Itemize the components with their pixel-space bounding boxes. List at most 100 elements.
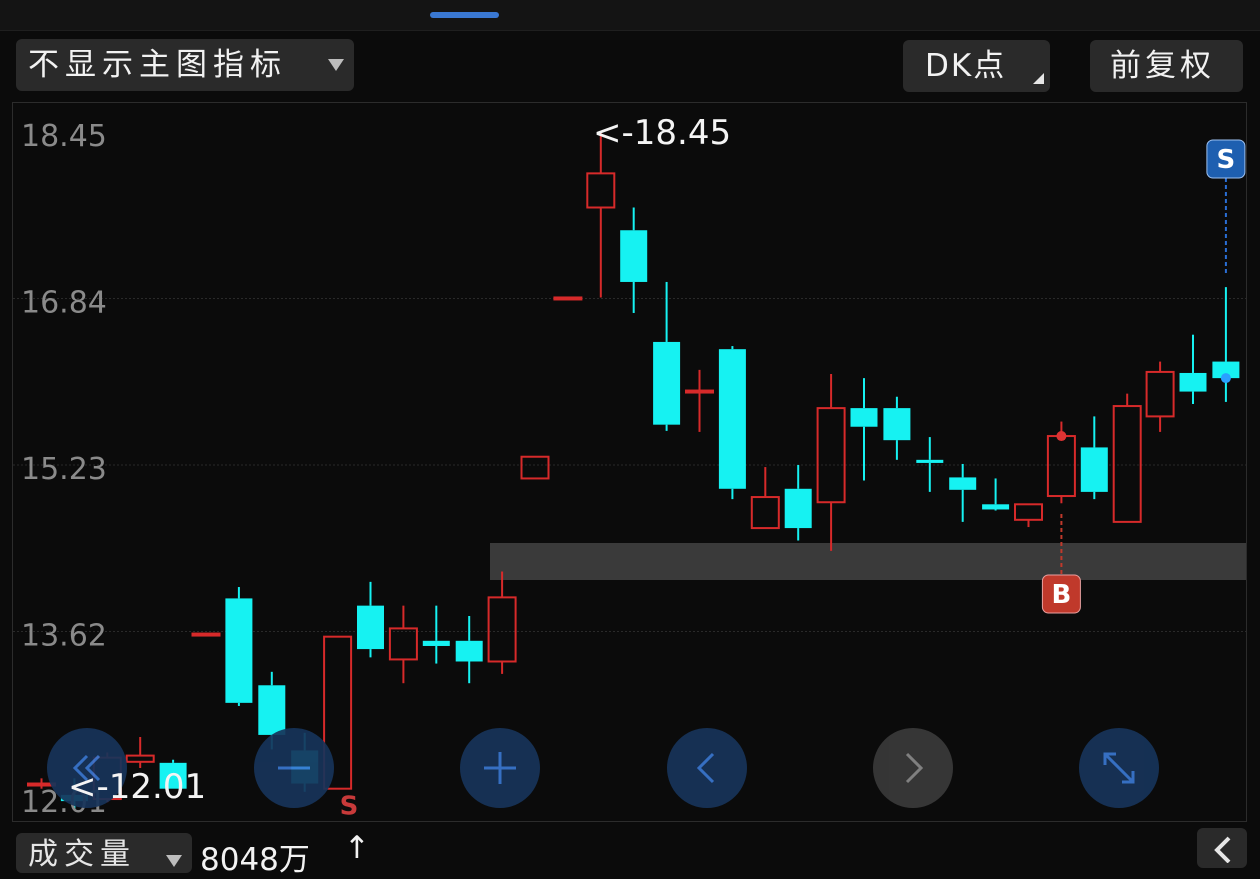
candle — [784, 465, 812, 541]
candle-body — [1112, 405, 1142, 523]
candle — [718, 346, 746, 500]
candle-body — [258, 685, 286, 735]
chevron-left-icon — [1214, 836, 1231, 864]
candle-body — [520, 455, 550, 480]
candle-body — [982, 504, 1010, 510]
candle — [1212, 287, 1240, 402]
fullscreen-button[interactable] — [1079, 728, 1159, 808]
drag-handle[interactable] — [430, 12, 499, 18]
candle-body — [916, 459, 944, 463]
candle — [487, 571, 517, 674]
candle — [883, 396, 911, 460]
indicator-select[interactable]: 不显示主图指标 — [16, 39, 354, 91]
volume-bar: 成交量 8048万 ↑ — [0, 828, 1260, 878]
minus-icon — [278, 766, 310, 770]
candle — [1080, 416, 1108, 500]
candle — [1145, 361, 1175, 432]
candle — [357, 581, 384, 658]
candle — [553, 296, 583, 301]
volume-arrow: ↑ — [344, 830, 370, 866]
sell-signal-label: S — [1217, 145, 1236, 175]
volume-indicator-select[interactable]: 成交量 — [16, 833, 192, 873]
indicator-select-label: 不显示主图指标 — [28, 47, 287, 83]
candle — [586, 132, 616, 298]
candle — [455, 615, 483, 684]
chevron-right-icon — [905, 752, 924, 784]
y-tick-label: 16.84 — [21, 286, 107, 321]
y-tick-label: 13.62 — [21, 619, 107, 654]
chevron-left-icon — [696, 752, 715, 784]
candle — [653, 281, 681, 431]
candle-body — [784, 488, 812, 529]
candle — [620, 207, 648, 313]
candle — [916, 437, 944, 492]
min-price-label: <-12.01 — [68, 767, 207, 807]
candle — [1179, 334, 1207, 404]
candle — [388, 605, 418, 684]
dk-point-button[interactable]: DK点 — [903, 40, 1050, 92]
candle-body — [750, 496, 780, 530]
candle-body — [1145, 370, 1175, 418]
candle-body — [685, 389, 714, 394]
candle-body — [949, 477, 977, 490]
candle — [1112, 393, 1142, 523]
candle-body — [1014, 503, 1043, 521]
sell-signal-label: S — [340, 792, 359, 821]
sell-signal-dot — [1220, 373, 1231, 384]
candle-body — [422, 640, 450, 646]
candle-body — [1080, 447, 1108, 492]
candle — [125, 736, 155, 769]
candle-body — [553, 296, 583, 301]
candle-body — [388, 627, 418, 661]
candle-body — [816, 407, 846, 504]
candle-body — [1179, 372, 1207, 392]
candle — [191, 632, 221, 637]
next-button[interactable] — [873, 728, 953, 808]
dropdown-triangle-icon — [328, 59, 344, 71]
y-tick-label: 15.23 — [21, 452, 107, 487]
candle — [816, 373, 846, 551]
candle-body — [586, 172, 616, 209]
plus-icon — [484, 752, 516, 784]
candle-body — [125, 754, 155, 763]
buy-signal-label: B — [1051, 580, 1071, 610]
candle — [949, 463, 977, 522]
candle-body — [620, 230, 648, 282]
candle-body — [455, 640, 483, 662]
candle — [520, 455, 550, 480]
corner-triangle-icon — [1033, 73, 1044, 84]
candle — [685, 369, 714, 432]
candle-body — [718, 349, 746, 489]
y-tick-label: 18.45 — [21, 119, 107, 154]
candle — [225, 587, 253, 706]
candle-body — [487, 596, 517, 663]
candle — [750, 467, 780, 530]
candle-body — [225, 598, 253, 703]
price-band — [490, 543, 1246, 580]
candle-body — [191, 632, 221, 637]
buy-signal-dot — [1056, 431, 1067, 442]
candle — [982, 478, 1010, 511]
candle-body — [1046, 435, 1076, 498]
collapse-panel-button[interactable] — [1197, 828, 1247, 868]
volume-select-label: 成交量 — [28, 837, 136, 872]
candle — [422, 605, 450, 664]
volume-value: 8048万 — [200, 842, 310, 878]
expand-icon — [1103, 752, 1135, 784]
kline-svg: 18.4516.8415.2313.6212.01 SBS — [13, 119, 1246, 821]
prev-button[interactable] — [667, 728, 747, 808]
candle-body — [850, 408, 878, 427]
max-price-label: <-18.45 — [593, 113, 732, 153]
top-bar — [0, 0, 1260, 31]
dk-point-label: DK点 — [925, 48, 1007, 84]
candle — [1014, 503, 1043, 528]
adjust-price-button[interactable]: 前复权 — [1090, 40, 1243, 92]
candle-body — [883, 408, 911, 441]
adjust-price-label: 前复权 — [1110, 48, 1215, 84]
candle-body — [357, 605, 384, 650]
candle-body — [653, 341, 681, 425]
zoom-in-button[interactable] — [460, 728, 540, 808]
zoom-out-button[interactable] — [254, 728, 334, 808]
dropdown-triangle-icon — [166, 855, 182, 867]
kline-chart[interactable]: 18.45 16.84 15.23 13.62 12.01 SBS <-12.0… — [12, 102, 1247, 822]
